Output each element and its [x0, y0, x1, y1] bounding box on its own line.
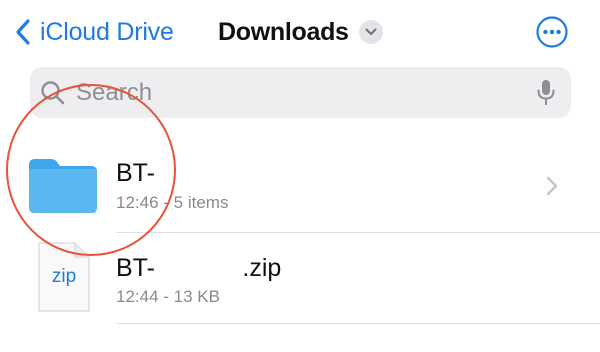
chevron-right-icon — [546, 176, 558, 196]
microphone-icon[interactable] — [536, 79, 556, 107]
row-divider — [116, 323, 600, 324]
zip-icon-label: zip — [51, 266, 77, 287]
file-meta: 12:46 - 5 items — [116, 193, 229, 212]
list-item-folder[interactable]: BT- 12:46 - 5 items — [0, 140, 600, 232]
chevron-left-icon — [16, 19, 30, 45]
more-options-icon[interactable] — [536, 16, 568, 48]
file-meta: 12:44 - 13 KB — [116, 287, 220, 306]
file-name: BT- — [116, 159, 155, 187]
folder-icon — [29, 159, 97, 213]
back-button-label: iCloud Drive — [40, 18, 174, 46]
search-icon — [41, 81, 65, 105]
page-title: Downloads — [218, 18, 349, 46]
chevron-down-icon — [365, 28, 377, 35]
search-input[interactable] — [76, 67, 516, 118]
back-button[interactable]: iCloud Drive — [16, 14, 174, 50]
search-bar[interactable] — [30, 67, 571, 118]
file-name: BT-xxxxxxx.zip — [116, 253, 282, 283]
list-item-zip[interactable]: zip BT-xxxxxxx.zip 12:44 - 13 KB — [0, 233, 600, 323]
title-menu-button[interactable] — [358, 20, 383, 44]
nav-title-group: Downloads — [218, 14, 383, 50]
files-app-screen: iCloud Drive Downloads Search BT- 12:46 … — [0, 0, 600, 352]
